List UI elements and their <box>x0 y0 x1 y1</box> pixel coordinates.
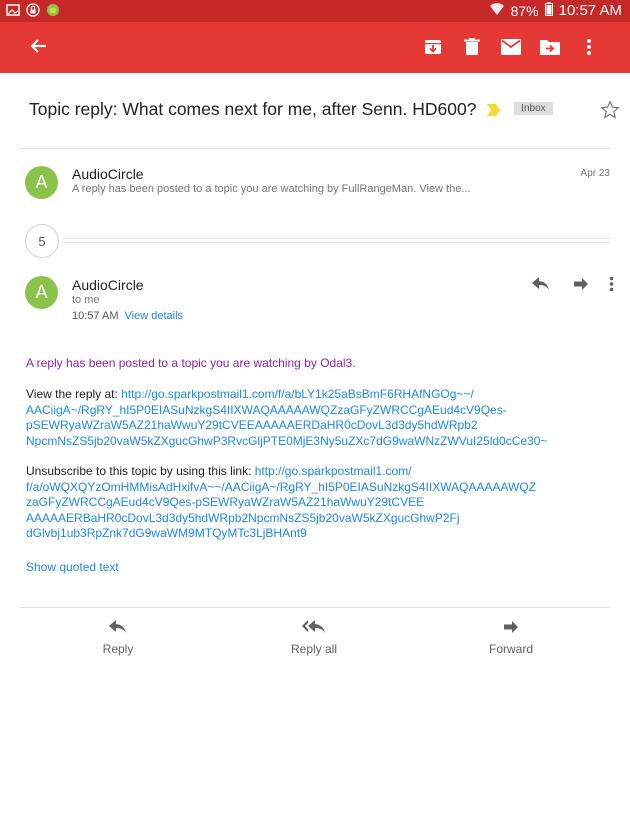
forward-button[interactable]: Forward <box>466 620 556 656</box>
reply-label: Reply <box>102 642 134 656</box>
collapsed-messages-stack <box>62 238 610 243</box>
image-notification-icon <box>6 3 20 17</box>
message-snippet: A reply has been posted to a topic you a… <box>72 183 471 195</box>
avatar: A <box>25 166 58 199</box>
recipient-text: to me <box>72 294 100 306</box>
lock-notification-icon <box>26 3 40 17</box>
app-bar <box>0 22 630 73</box>
back-arrow-icon[interactable] <box>29 36 49 56</box>
message-time: 10:57 AM <box>72 310 119 322</box>
divider <box>19 607 610 608</box>
reply-icon[interactable] <box>530 274 552 294</box>
forward-label: Forward <box>488 642 533 656</box>
body-intro: A reply has been posted to a topic you a… <box>26 356 356 370</box>
importance-marker-icon[interactable] <box>487 100 501 121</box>
view-reply-label: View the reply at: <box>26 387 122 401</box>
status-bar: 87% 10:57 AM <box>0 0 630 22</box>
battery-percent: 87% <box>510 2 539 19</box>
star-icon[interactable] <box>600 100 620 120</box>
archive-icon[interactable] <box>413 35 452 59</box>
status-time: 10:57 AM <box>558 2 622 19</box>
inbox-label-badge[interactable]: Inbox <box>514 101 553 115</box>
sender-name: AudioCircle <box>72 166 144 182</box>
move-to-folder-icon[interactable] <box>530 35 569 59</box>
reply-all-label: Reply all <box>290 642 338 656</box>
view-reply-paragraph: View the reply at: http://go.sparkpostma… <box>26 387 611 449</box>
view-details-link[interactable]: View details <box>125 310 184 322</box>
collapsed-messages-count[interactable]: 5 <box>25 224 59 258</box>
message-more-icon[interactable] <box>600 274 622 294</box>
delete-icon[interactable] <box>452 35 491 59</box>
reply-button[interactable]: Reply <box>73 620 163 656</box>
forward-icon[interactable] <box>570 274 592 294</box>
wifi-icon <box>489 2 505 19</box>
avatar: A <box>25 276 58 309</box>
reply-all-button[interactable]: Reply all <box>269 620 359 656</box>
message-date: Apr 23 <box>580 168 610 179</box>
mark-unread-icon[interactable] <box>491 35 530 59</box>
reply-icon <box>73 620 163 638</box>
forward-icon <box>466 620 556 638</box>
sender-name: AudioCircle <box>72 277 144 293</box>
message-time-row: 10:57 AM View details <box>72 310 183 322</box>
more-options-icon[interactable] <box>569 35 608 59</box>
unsubscribe-label: Unsubscribe to this topic by using this … <box>26 464 255 478</box>
battery-icon <box>544 2 553 19</box>
subject-text: Topic reply: What comes next for me, aft… <box>29 99 477 119</box>
show-quoted-text-link[interactable]: Show quoted text <box>26 560 119 574</box>
unsubscribe-paragraph: Unsubscribe to this topic by using this … <box>26 464 611 542</box>
android-notification-icon <box>46 3 60 17</box>
reply-all-icon <box>269 620 359 638</box>
email-subject: Topic reply: What comes next for me, aft… <box>29 99 553 121</box>
divider <box>19 148 610 149</box>
